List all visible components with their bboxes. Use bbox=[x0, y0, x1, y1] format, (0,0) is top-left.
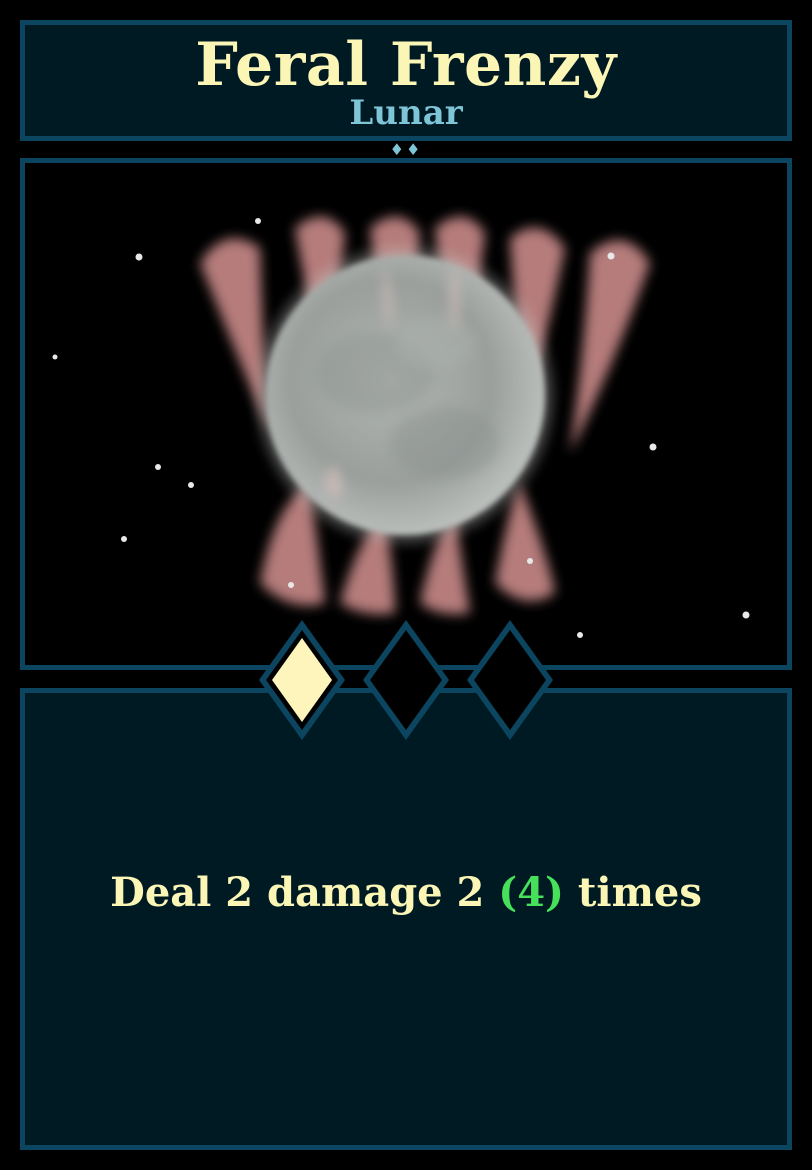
moon-fangs-illustration bbox=[25, 163, 787, 665]
energy-gems bbox=[259, 620, 553, 740]
energy-gem-3-empty bbox=[467, 620, 553, 740]
description-text-end: times bbox=[563, 869, 702, 916]
moon bbox=[257, 247, 553, 543]
energy-gem-2-empty bbox=[363, 620, 449, 740]
upgraded-value: (4) bbox=[498, 869, 564, 916]
card-artwork bbox=[20, 158, 792, 670]
card-title: Feral Frenzy bbox=[195, 30, 617, 100]
description-text: Deal 2 damage 2 bbox=[110, 869, 499, 916]
energy-gem-1-filled bbox=[259, 620, 345, 740]
card-description: Deal 2 damage 2 (4) times bbox=[0, 868, 812, 918]
cost-pip-icons: ♦♦ bbox=[389, 140, 423, 159]
card-type-label: Lunar bbox=[349, 93, 463, 133]
card-description-panel bbox=[20, 688, 792, 1150]
